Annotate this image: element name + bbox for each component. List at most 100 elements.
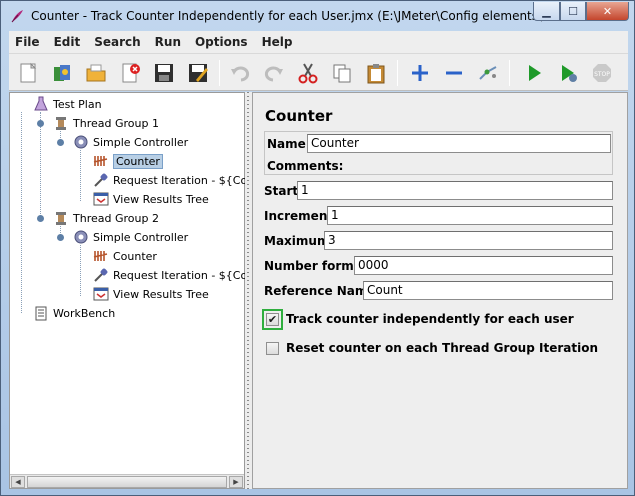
redo-button[interactable] — [259, 58, 289, 88]
title-bar[interactable]: Counter - Track Counter Independently fo… — [1, 1, 634, 31]
toggle-icon — [479, 66, 497, 80]
start-no-timers-button[interactable] — [553, 58, 583, 88]
cut-button[interactable] — [293, 58, 323, 88]
jmeter-window: Counter - Track Counter Independently fo… — [0, 0, 635, 496]
new-icon — [20, 62, 37, 83]
redo-icon — [264, 66, 283, 82]
start-input[interactable]: 1 — [297, 181, 613, 200]
maximum-label: Maximum — [264, 234, 330, 248]
tree-item-workbench[interactable]: WorkBench — [33, 304, 115, 322]
menu-options[interactable]: Options — [188, 35, 255, 49]
tree-horizontal-scrollbar[interactable]: ◀ ▶ — [10, 474, 244, 488]
counter-icon — [93, 153, 109, 169]
increment-input[interactable]: 1 — [327, 206, 613, 225]
checkmark-icon: ✔ — [267, 312, 278, 326]
open-icon — [86, 64, 106, 82]
sampler-pipette-icon — [93, 267, 109, 283]
tree-item-simple-controller-1[interactable]: Simple Controller — [73, 133, 188, 151]
split-pane-divider[interactable] — [245, 92, 252, 489]
name-input[interactable]: Counter — [307, 134, 611, 153]
results-tree-icon — [93, 191, 109, 207]
menu-search[interactable]: Search — [87, 35, 147, 49]
scroll-thumb[interactable] — [27, 476, 227, 488]
scroll-left-button[interactable]: ◀ — [11, 476, 25, 488]
start-button[interactable] — [519, 58, 549, 88]
templates-icon — [54, 65, 70, 81]
tree-connector — [80, 150, 81, 201]
close-icon: ✕ — [602, 4, 613, 18]
track-counter-option[interactable]: ✔ Track counter independently for each u… — [266, 312, 574, 326]
divider-grip — [247, 92, 249, 489]
paste-button[interactable] — [361, 58, 391, 88]
copy-button[interactable] — [327, 58, 357, 88]
reset-counter-checkbox[interactable] — [266, 341, 279, 355]
collapse-all-button[interactable] — [439, 58, 469, 88]
scroll-right-button[interactable]: ▶ — [229, 476, 243, 488]
maximum-input[interactable]: 3 — [324, 231, 613, 250]
templates-button[interactable] — [47, 58, 77, 88]
tree-item-counter-1[interactable]: Counter — [93, 152, 163, 170]
save-button[interactable] — [149, 58, 179, 88]
tree-item-thread-group-2[interactable]: Thread Group 2 — [53, 209, 159, 227]
reference-name-input[interactable]: Count — [363, 281, 613, 300]
counter-icon — [93, 248, 109, 264]
menu-file[interactable]: File — [9, 35, 47, 49]
svg-text:STOP: STOP — [594, 71, 610, 78]
tree-label: View Results Tree — [113, 192, 209, 206]
stop-icon: STOP — [593, 64, 611, 82]
tree-item-thread-group-1[interactable]: Thread Group 1 — [53, 114, 159, 132]
tree-label: Counter — [113, 249, 157, 263]
tree-connector — [40, 112, 41, 220]
comments-label: Comments: — [267, 159, 344, 173]
spool-icon — [53, 115, 69, 131]
undo-button[interactable] — [225, 58, 255, 88]
menu-run[interactable]: Run — [148, 35, 188, 49]
paste-icon — [367, 64, 385, 84]
tree-expand-handle[interactable] — [37, 120, 44, 127]
tree-expand-handle[interactable] — [37, 215, 44, 222]
menu-help[interactable]: Help — [255, 35, 300, 49]
stop-button[interactable]: STOP — [587, 58, 617, 88]
test-plan-tree[interactable]: Test Plan Thread Group 1 Simple Controll… — [9, 92, 261, 489]
tree-label: Test Plan — [53, 97, 102, 111]
toolbar: STOP — [9, 53, 628, 91]
save-as-button[interactable] — [183, 58, 213, 88]
track-counter-label: Track counter independently for each use… — [286, 312, 574, 326]
controller-gear-icon — [73, 134, 89, 150]
window-title: Counter - Track Counter Independently fo… — [31, 9, 577, 23]
number-format-label: Number format — [264, 259, 368, 273]
toolbar-separator — [219, 60, 220, 86]
toggle-button[interactable] — [473, 58, 503, 88]
tree-item-simple-controller-2[interactable]: Simple Controller — [73, 228, 188, 246]
tree-expand-handle[interactable] — [57, 139, 64, 146]
tree-item-test-plan[interactable]: Test Plan — [33, 95, 102, 113]
start-no-timers-icon — [562, 65, 577, 82]
new-button[interactable] — [13, 58, 43, 88]
arrow-left-icon: ◀ — [15, 478, 21, 486]
name-label: Name: — [267, 137, 311, 151]
close-window-button[interactable]: ✕ — [586, 2, 629, 21]
number-format-input[interactable]: 0000 — [354, 256, 613, 275]
undo-icon — [231, 66, 250, 82]
tree-item-request-1[interactable]: Request Iteration - ${Coun — [93, 171, 261, 189]
results-tree-icon — [93, 286, 109, 302]
menu-edit[interactable]: Edit — [47, 35, 88, 49]
close-button[interactable] — [115, 58, 145, 88]
maximize-icon: ☐ — [568, 4, 578, 18]
tree-item-results-2[interactable]: View Results Tree — [93, 285, 209, 303]
tree-expand-handle[interactable] — [57, 234, 64, 241]
open-button[interactable] — [81, 58, 111, 88]
close-file-icon — [122, 63, 140, 83]
tree-item-request-2[interactable]: Request Iteration - ${Coun — [93, 266, 261, 284]
copy-icon — [333, 64, 351, 83]
maximize-button[interactable]: ☐ — [560, 2, 586, 21]
reset-counter-label: Reset counter on each Thread Group Itera… — [286, 341, 598, 355]
tree-item-results-1[interactable]: View Results Tree — [93, 190, 209, 208]
workbench-clipboard-icon — [33, 305, 49, 321]
minimize-button[interactable]: ▁ — [533, 2, 560, 21]
expand-all-button[interactable] — [405, 58, 435, 88]
tree-item-counter-2[interactable]: Counter — [93, 247, 157, 265]
track-counter-checkbox[interactable]: ✔ — [266, 312, 279, 326]
arrow-right-icon: ▶ — [233, 478, 239, 486]
reset-counter-option[interactable]: Reset counter on each Thread Group Itera… — [266, 341, 598, 355]
